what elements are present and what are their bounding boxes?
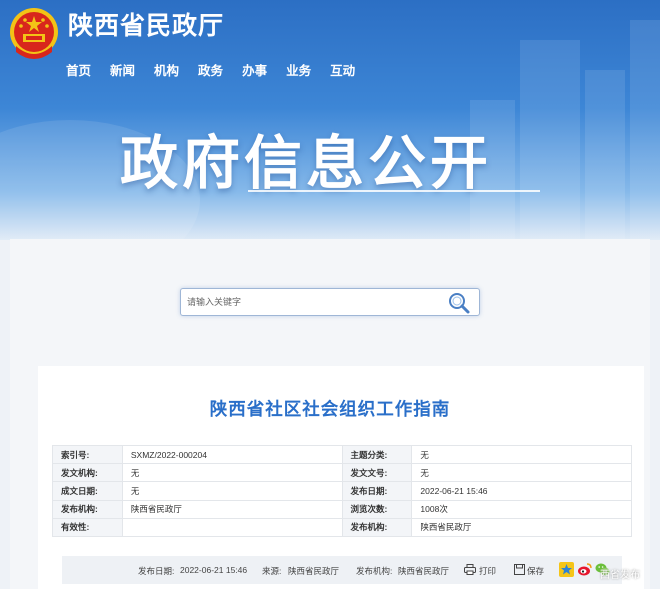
- building-silhouette: [520, 40, 580, 240]
- footer-org-value: 陕西省民政厅: [398, 566, 450, 576]
- footer-org-label: 发布机构:: [356, 566, 393, 576]
- meta-key: 发布机构:: [52, 499, 123, 519]
- nav-item-business[interactable]: 业务: [286, 60, 311, 79]
- meta-key: 发文机构:: [52, 463, 123, 483]
- document-metadata-table: 索引号: SXMZ/2022-000204 主题分类: 无 发文机构: 无 发文…: [52, 444, 632, 537]
- meta-key: 发文文号:: [341, 463, 413, 483]
- nav-item-news[interactable]: 新闻: [110, 60, 135, 79]
- meta-key: 主题分类:: [341, 444, 413, 465]
- meta-value: [121, 517, 343, 537]
- nav-item-home[interactable]: 首页: [66, 60, 91, 79]
- table-row: 有效性: 发布机构: 陕西省民政厅: [52, 517, 632, 537]
- meta-key: 有效性:: [52, 517, 123, 537]
- nav-item-interaction[interactable]: 互动: [330, 60, 355, 79]
- watermark-text: 西省发布: [600, 570, 640, 581]
- table-row: 成文日期: 无 发布日期: 2022-06-21 15:46: [52, 481, 632, 501]
- meta-value: 无: [411, 444, 632, 465]
- site-title: 陕西省民政厅: [68, 12, 225, 40]
- print-button[interactable]: 打印: [479, 565, 496, 577]
- meta-value: 无: [411, 463, 632, 483]
- table-row: 发布机构: 陕西省民政厅 浏览次数: 1008次: [52, 499, 632, 519]
- save-icon[interactable]: [514, 564, 525, 575]
- main-nav: 首页 新闻 机构 政务 办事 业务 互动: [66, 60, 374, 79]
- nav-item-services[interactable]: 办事: [242, 60, 267, 79]
- meta-key: 索引号:: [52, 444, 123, 465]
- meta-value: 无: [121, 481, 343, 501]
- meta-key: 成文日期:: [52, 481, 123, 501]
- national-emblem-icon: [10, 8, 58, 59]
- hero-underline: [248, 190, 540, 192]
- search-box: [180, 288, 480, 316]
- meta-value: 无: [121, 463, 343, 483]
- nav-item-government-affairs[interactable]: 政务: [198, 60, 223, 79]
- search-input[interactable]: [187, 292, 437, 312]
- building-silhouette: [630, 20, 660, 240]
- weibo-share-icon[interactable]: [577, 562, 592, 577]
- footer-source-label: 来源:: [262, 566, 282, 576]
- footer-date-value: 2022-06-21 15:46: [180, 565, 248, 575]
- footer-date-label: 发布日期:: [138, 566, 175, 576]
- printer-icon[interactable]: [464, 564, 476, 575]
- document-title: 陕西省社区社会组织工作指南: [209, 399, 451, 419]
- meta-key: 发布日期:: [341, 481, 413, 501]
- search-icon[interactable]: [447, 291, 471, 315]
- document-footer-bar: 发布日期: 2022-06-21 15:46 来源: 陕西省民政厅 发布机构: …: [62, 556, 622, 584]
- meta-key: 发布机构:: [341, 517, 413, 537]
- meta-value: 1008次: [411, 499, 632, 519]
- qzone-share-icon[interactable]: [559, 562, 574, 577]
- building-silhouette: [585, 70, 625, 240]
- meta-key: 浏览次数:: [341, 499, 413, 519]
- meta-value: 陕西省民政厅: [121, 499, 343, 519]
- hero-title: 政府信息公开: [120, 131, 493, 196]
- table-row: 发文机构: 无 发文文号: 无: [52, 463, 632, 483]
- meta-value: SXMZ/2022-000204: [121, 444, 343, 465]
- table-row: 索引号: SXMZ/2022-000204 主题分类: 无: [52, 444, 632, 465]
- footer-source-value: 陕西省民政厅: [288, 566, 340, 576]
- nav-item-organization[interactable]: 机构: [154, 60, 179, 79]
- meta-value: 陕西省民政厅: [411, 517, 632, 537]
- save-button[interactable]: 保存: [527, 565, 544, 577]
- meta-value: 2022-06-21 15:46: [411, 481, 632, 501]
- header-banner: 陕西省民政厅 首页 新闻 机构 政务 办事 业务 互动 政府信息公开: [0, 0, 660, 240]
